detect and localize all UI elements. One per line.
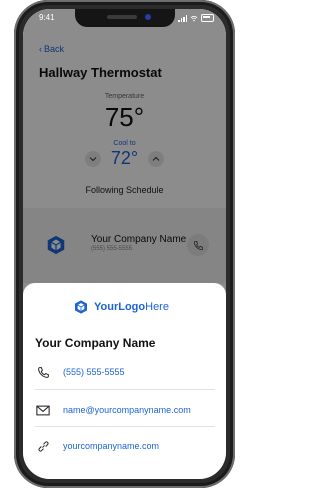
signal-icon (178, 14, 187, 22)
link-icon (37, 440, 49, 452)
front-camera (145, 14, 151, 20)
phone-link[interactable]: (555) 555-5555 (63, 367, 125, 377)
logo-text-light: Here (145, 301, 169, 313)
status-icons (178, 14, 214, 22)
contact-bottom-sheet: YourLogoHere Your Company Name (555) 555… (23, 283, 226, 479)
website-link[interactable]: yourcompanyname.com (63, 441, 159, 451)
speaker-grille (107, 15, 137, 19)
envelope-icon (36, 405, 50, 415)
website-row[interactable]: yourcompanyname.com (35, 439, 215, 453)
phone-notch (75, 9, 175, 27)
phone-screen: ‹ Back Hallway Thermostat Temperature 75… (23, 9, 226, 479)
wifi-icon (190, 15, 198, 21)
phone-row[interactable]: (555) 555-5555 (35, 365, 215, 379)
logo-text-bold: YourLogo (94, 301, 146, 313)
phone-frame: ‹ Back Hallway Thermostat Temperature 75… (14, 0, 235, 488)
battery-icon (201, 14, 214, 22)
email-row[interactable]: name@yourcompanyname.com (35, 403, 215, 417)
status-time: 9:41 (39, 13, 55, 22)
phone-icon (37, 366, 49, 378)
brand-logo: YourLogoHere (73, 299, 169, 315)
divider (35, 389, 215, 390)
sheet-company-name: Your Company Name (35, 336, 156, 350)
cube-logo-icon (75, 300, 87, 314)
divider (35, 426, 215, 427)
email-link[interactable]: name@yourcompanyname.com (63, 405, 191, 415)
